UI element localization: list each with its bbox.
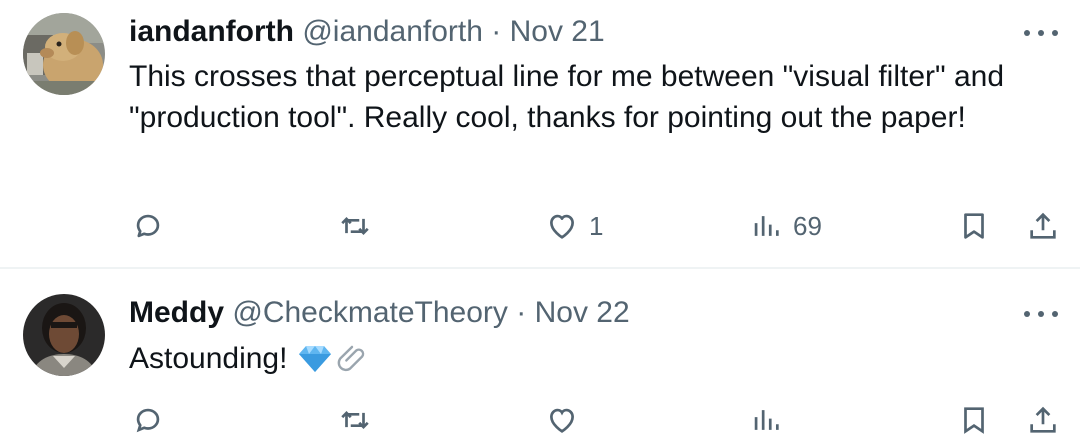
like-button[interactable]: 1: [545, 206, 603, 246]
paperclip-emoji: [338, 345, 365, 371]
tweet-actions: 1 69: [0, 206, 1080, 246]
display-name[interactable]: Meddy: [129, 296, 224, 329]
bookmark-icon: [964, 407, 984, 434]
tweet[interactable]: Meddy @CheckmateTheory · Nov 22 Astoundi…: [0, 270, 1080, 434]
views-button[interactable]: 69: [749, 206, 822, 246]
heart-icon: [550, 214, 574, 239]
reply-icon: [136, 408, 160, 433]
tweet-date[interactable]: Nov 22: [535, 296, 630, 329]
tweet-header: Meddy @CheckmateTheory · Nov 22: [129, 295, 630, 331]
bookmark-button[interactable]: [957, 400, 991, 440]
views-count: 69: [793, 210, 822, 241]
tweet-divider: [0, 267, 1080, 269]
views-icon: [754, 410, 779, 430]
bookmark-icon: [964, 213, 984, 239]
more-icon[interactable]: [1024, 23, 1058, 43]
reply-button[interactable]: [131, 206, 165, 246]
like-button[interactable]: [545, 400, 579, 440]
reply-icon: [136, 214, 160, 238]
reply-button[interactable]: [131, 400, 165, 440]
tweet-actions: [0, 400, 1080, 440]
tweet-text: Astounding!: [129, 342, 288, 375]
retweet-icon: [341, 411, 369, 429]
more-icon[interactable]: [1024, 304, 1058, 324]
share-icon: [1030, 212, 1056, 239]
share-button[interactable]: [1026, 400, 1060, 440]
tweet-text: This crosses that perceptual line for me…: [129, 60, 1005, 134]
display-name[interactable]: iandanforth: [129, 15, 294, 48]
like-count: 1: [589, 210, 604, 241]
share-button[interactable]: [1026, 206, 1060, 246]
bookmark-button[interactable]: [957, 206, 991, 246]
retweet-button[interactable]: [338, 400, 372, 440]
user-handle[interactable]: @CheckmateTheory: [232, 296, 508, 329]
tweet-date[interactable]: Nov 21: [510, 15, 605, 48]
share-icon: [1030, 406, 1056, 433]
tweet-header: iandanforth @iandanforth · Nov 21: [129, 14, 605, 50]
heart-icon: [550, 408, 574, 433]
tweet-text-row: Astounding!: [129, 338, 1029, 379]
user-avatar[interactable]: [23, 294, 105, 376]
tweet[interactable]: iandanforth @iandanforth · Nov 21 This c…: [0, 0, 1080, 268]
separator-dot: ·: [491, 15, 502, 48]
user-avatar[interactable]: [23, 13, 105, 95]
separator-dot: ·: [516, 296, 527, 329]
user-handle[interactable]: @iandanforth: [302, 15, 483, 48]
gem-emoji: [299, 345, 332, 372]
views-button[interactable]: [749, 400, 783, 440]
retweet-icon: [341, 217, 369, 235]
retweet-button[interactable]: [338, 206, 372, 246]
views-icon: [754, 216, 779, 236]
